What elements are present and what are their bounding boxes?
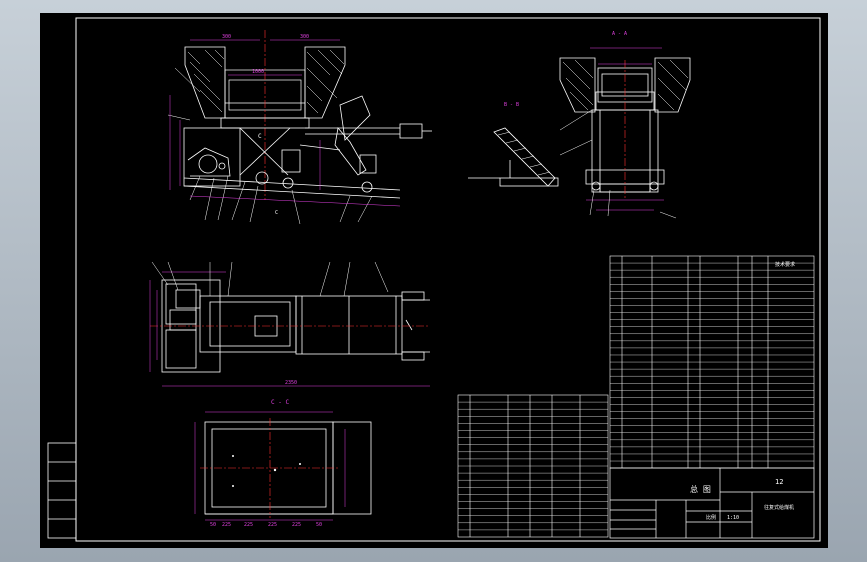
svg-text:225: 225 (244, 522, 253, 528)
section-label-c: C - C (271, 399, 289, 406)
specification-table-rows (458, 401, 608, 531)
svg-text:300: 300 (222, 34, 231, 40)
inner-border (75, 17, 821, 542)
plan-view: 2350 (149, 261, 430, 387)
parts-list-rows (610, 262, 814, 462)
svg-text:2350: 2350 (285, 380, 297, 386)
title-block-scale-value: 1:10 (727, 515, 739, 521)
svg-text:C: C (275, 210, 278, 216)
section-view-c: C - C 50 225 225 225 225 50 (194, 399, 372, 528)
title-block-drawing-name: 往复式给煤机 (764, 504, 794, 511)
cad-drawing: 300 300 1000 C C A - A B - B 2350 C - C … (47, 17, 821, 542)
main-elevation-view: 300 300 1000 C C (167, 30, 432, 225)
section-label-b: B - B (504, 102, 519, 108)
svg-text:225: 225 (268, 522, 277, 528)
svg-text:300: 300 (300, 34, 309, 40)
revision-block (47, 442, 77, 539)
svg-text:225: 225 (222, 522, 231, 528)
parts-list-header: 技术要求 (775, 261, 795, 268)
svg-text:50: 50 (316, 522, 322, 528)
detail-view-b: B - B (468, 102, 559, 187)
title-block-sheet-number: 12 (775, 478, 783, 486)
title-block-title: 总 图 (690, 484, 711, 494)
svg-text:C: C (258, 133, 262, 140)
svg-text:225: 225 (292, 522, 301, 528)
section-label-a: A - A (612, 31, 627, 37)
side-view-a: A - A (559, 31, 691, 219)
svg-text:50: 50 (210, 522, 216, 528)
svg-text:1000: 1000 (252, 69, 264, 75)
title-block-scale-label: 比例 (706, 514, 716, 521)
